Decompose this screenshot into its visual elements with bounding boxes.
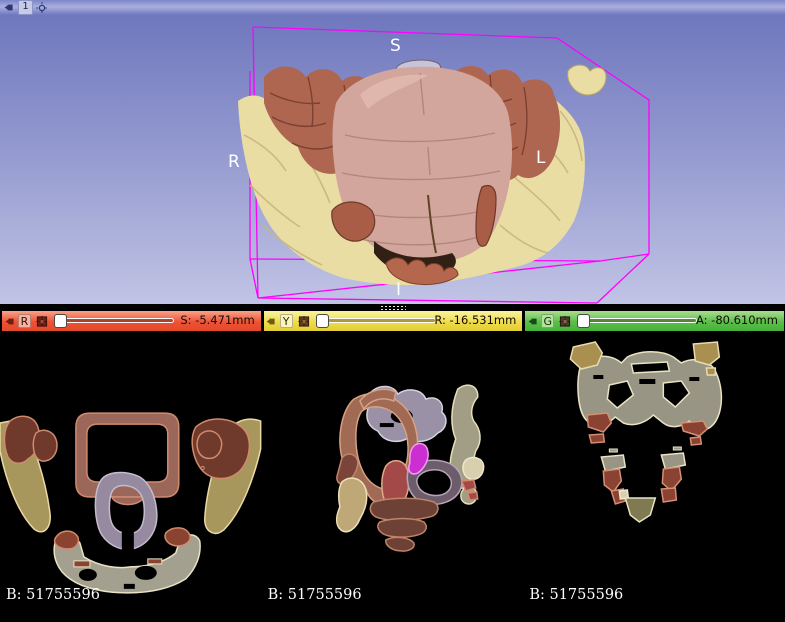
pin-icon[interactable] xyxy=(3,2,15,14)
yellow-view-label: Y xyxy=(280,314,293,328)
yellow-slice-controller: Y R: -16.531mm xyxy=(264,311,523,331)
orientation-label-superior: S xyxy=(390,36,401,56)
slice-visibility-icon[interactable] xyxy=(36,315,48,327)
slice-views-area: R S: -5.471mm xyxy=(0,311,785,622)
green-slice-column: G A: -80.610mm xyxy=(523,311,785,622)
slider-handle[interactable] xyxy=(577,314,590,328)
red-view-label: R xyxy=(18,314,31,328)
center-view-icon[interactable] xyxy=(36,2,48,14)
green-slice-controller: G A: -80.610mm xyxy=(525,311,784,331)
view3d-pane: 1 xyxy=(0,0,785,304)
sagittal-labelmap xyxy=(336,385,483,551)
corner-annotation: B: 51755596 xyxy=(268,587,362,603)
green-view-label: G xyxy=(541,314,554,328)
view3d-canvas[interactable]: S R L I xyxy=(0,15,785,304)
orientation-label-right: R xyxy=(228,152,240,172)
green-slice-canvas[interactable]: B: 51755596 xyxy=(523,331,785,622)
view3d-name-label: 1 xyxy=(18,0,33,15)
red-slice-column: R S: -5.471mm xyxy=(0,311,262,622)
pelvis-3d-model xyxy=(238,60,606,285)
coronal-labelmap xyxy=(571,342,722,522)
slider-handle[interactable] xyxy=(54,314,67,328)
pin-icon[interactable] xyxy=(4,315,16,327)
corner-annotation: B: 51755596 xyxy=(6,587,100,603)
red-slice-canvas[interactable]: B: 51755596 xyxy=(0,331,262,622)
yellow-slice-offset-slider[interactable] xyxy=(316,314,436,328)
pin-icon[interactable] xyxy=(266,315,278,327)
slice-visibility-icon[interactable] xyxy=(298,315,310,327)
slice-visibility-icon[interactable] xyxy=(559,315,571,327)
pin-icon[interactable] xyxy=(527,315,539,327)
green-offset-value: A: -80.610mm xyxy=(696,313,778,327)
red-slice-controller: R S: -5.471mm xyxy=(2,311,261,331)
red-slice-offset-slider[interactable] xyxy=(54,314,174,328)
corner-annotation: B: 51755596 xyxy=(529,587,623,603)
slider-groove[interactable] xyxy=(54,318,174,323)
green-slice-offset-slider[interactable] xyxy=(577,314,697,328)
slider-handle[interactable] xyxy=(316,314,329,328)
yellow-offset-value: R: -16.531mm xyxy=(434,313,516,327)
view3d-controller-bar: 1 xyxy=(0,0,785,15)
pane-splitter[interactable] xyxy=(0,304,785,311)
axial-labelmap xyxy=(0,413,261,593)
slicer-window: 1 xyxy=(0,0,785,622)
slider-groove[interactable] xyxy=(577,318,697,323)
orientation-label-left: L xyxy=(536,148,546,168)
orientation-label-inferior: I xyxy=(396,280,401,300)
red-offset-value: S: -5.471mm xyxy=(180,313,254,327)
slider-groove[interactable] xyxy=(316,318,436,323)
splitter-grip-icon[interactable] xyxy=(380,305,406,310)
yellow-slice-canvas[interactable]: B: 51755596 xyxy=(262,331,524,622)
yellow-slice-column: Y R: -16.531mm xyxy=(262,311,524,622)
